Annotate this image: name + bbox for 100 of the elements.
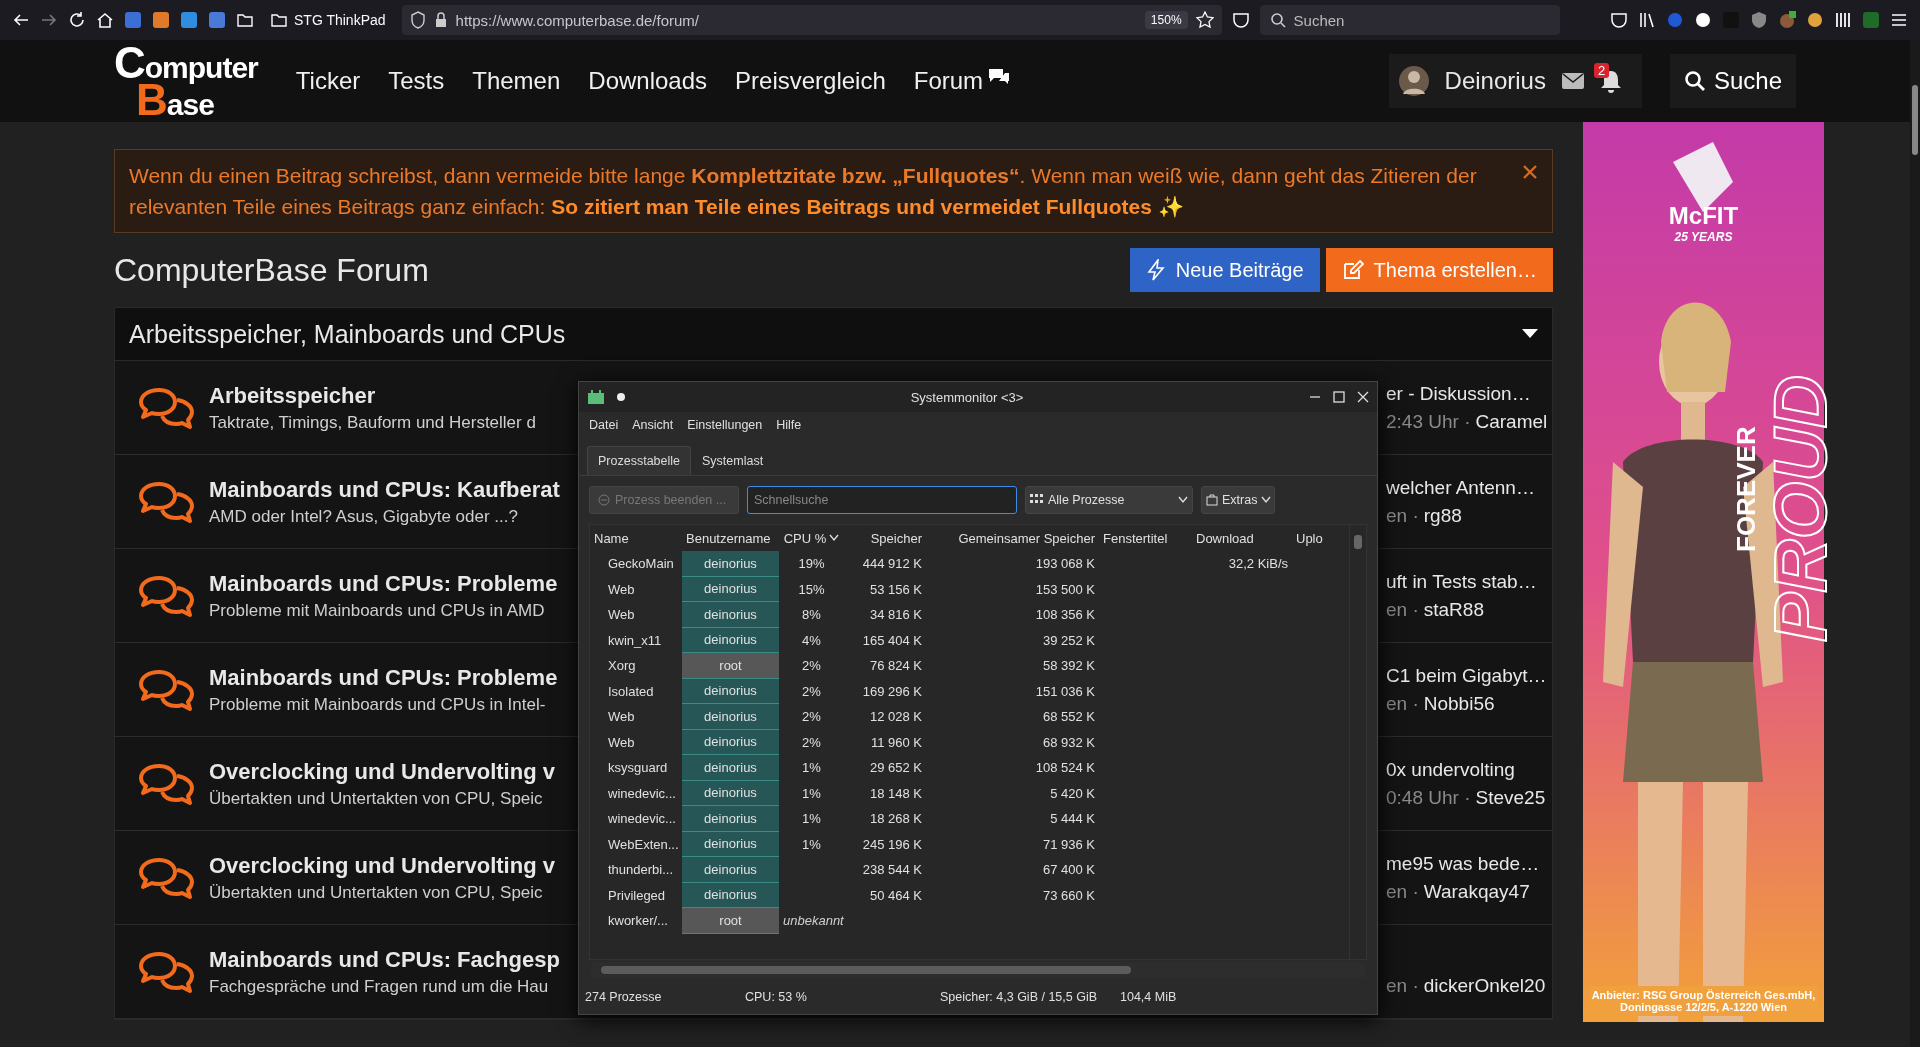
scrollbar-thumb[interactable] <box>1354 535 1362 549</box>
post-time: en · <box>1386 692 1419 715</box>
star-icon[interactable] <box>1195 11 1214 29</box>
forum-title[interactable]: Overclocking und Undervolting v <box>209 852 579 879</box>
column-header[interactable]: CPU % <box>779 530 844 546</box>
forum-title[interactable]: Mainboards und CPUs: Fachgesp <box>209 946 579 973</box>
column-header[interactable]: Gemeinsamer Speicher <box>926 530 1099 546</box>
post-time: 2:43 Uhr · <box>1386 410 1471 433</box>
column-header[interactable]: Speicher <box>844 530 926 546</box>
column-header[interactable]: Name <box>590 530 682 546</box>
extras-button[interactable]: Extras <box>1201 486 1275 514</box>
search-icon <box>1269 12 1286 28</box>
menu-item[interactable]: Ansicht <box>632 418 674 436</box>
post-author[interactable]: dickerOnkel20 <box>1423 974 1546 997</box>
nav-link[interactable]: Tests <box>388 67 445 95</box>
table-cell-text: Isolated <box>607 683 655 699</box>
scrollbar-track[interactable] <box>1910 40 1920 1047</box>
bars-icon[interactable] <box>1834 11 1852 29</box>
bolt-icon <box>1145 259 1166 281</box>
category-header[interactable]: Arbeitsspeicher, Mainboards und CPUs <box>114 307 1553 361</box>
column-header[interactable]: Uplo <box>1292 530 1334 546</box>
column-header[interactable]: Fenstertitel <box>1099 530 1192 546</box>
menu-icon[interactable] <box>1890 11 1908 29</box>
new-posts-button[interactable]: Neue Beiträge <box>1129 248 1320 292</box>
table-cell-text: 8% <box>801 607 822 623</box>
zoom-level[interactable]: 150% <box>1144 11 1188 29</box>
extension-icon[interactable] <box>1862 11 1880 29</box>
extension-icon[interactable] <box>180 11 198 29</box>
menu-item[interactable]: Einstellungen <box>687 418 763 436</box>
menu-item[interactable]: Datei <box>589 418 619 436</box>
folder-icon <box>270 11 288 29</box>
maximize-icon[interactable] <box>1333 391 1345 403</box>
forum-title[interactable]: Overclocking und Undervolting v <box>209 758 579 785</box>
thread-title[interactable]: C1 beim Gigabyt… <box>1386 664 1552 687</box>
thread-title[interactable]: me95 was bede… <box>1386 852 1552 875</box>
pocket-icon[interactable] <box>1231 11 1250 29</box>
mail-icon[interactable] <box>1561 73 1584 89</box>
search-field[interactable]: Schnellsuche <box>747 486 1017 514</box>
nav-link[interactable]: Forum <box>913 67 1012 95</box>
menu-item[interactable]: Hilfe <box>776 418 802 436</box>
forum-title[interactable]: Mainboards und CPUs: Probleme <box>209 664 579 691</box>
post-author[interactable]: staR88 <box>1423 598 1484 621</box>
scrollbar-thumb[interactable] <box>1912 85 1918 155</box>
forum-title[interactable]: Arbeitsspeicher <box>209 382 579 409</box>
shield-icon[interactable] <box>1750 11 1768 29</box>
column-header[interactable]: Download <box>1192 530 1292 546</box>
caret-icon[interactable] <box>1522 329 1538 339</box>
pocket-icon[interactable] <box>1610 11 1628 29</box>
table-cell: deinorius <box>682 882 779 908</box>
circle-icon[interactable] <box>1694 11 1712 29</box>
nav-link[interactable]: Preisvergleich <box>735 67 886 95</box>
table-cell-text: winedevic... <box>607 785 677 801</box>
tab[interactable]: Prozesstabelle <box>587 446 691 475</box>
user-name[interactable]: Deinorius <box>1444 67 1546 95</box>
nav-link[interactable]: Downloads <box>588 67 708 95</box>
lock-icon <box>433 11 448 29</box>
address-bar[interactable]: https://www.computerbase.de/forum/ 150% <box>401 5 1222 35</box>
pin-dot-icon[interactable] <box>617 393 625 401</box>
table-cell-text: 108 524 K <box>1034 760 1096 776</box>
table-cell: root <box>682 653 779 679</box>
table-cell-text: 1% <box>801 836 822 852</box>
thread-title[interactable]: 0x undervolting <box>1386 758 1552 781</box>
thread-title[interactable]: uft in Tests stab… <box>1386 570 1552 593</box>
status-text: 274 Prozesse <box>585 990 663 1004</box>
forum-title[interactable]: Mainboards und CPUs: Kaufberat <box>209 476 579 503</box>
search-button[interactable]: Suche <box>1669 54 1796 108</box>
post-author[interactable]: rg88 <box>1423 504 1462 527</box>
post-author[interactable]: Steve25 <box>1475 786 1546 809</box>
post-author[interactable]: Nobbi56 <box>1423 692 1495 715</box>
table-cell-text: Web <box>607 607 636 623</box>
thread-title[interactable]: welcher Antenn… <box>1386 476 1552 499</box>
bookmark-folder[interactable]: STG ThinkPad <box>264 7 392 33</box>
edit-icon <box>1341 259 1364 281</box>
table-cell: deinorius <box>682 729 779 755</box>
scrollbar-thumb[interactable] <box>601 966 1131 974</box>
extension-icon[interactable] <box>208 11 226 29</box>
nav-link[interactable]: Ticker <box>295 67 361 95</box>
post-author[interactable]: Warakqay47 <box>1423 880 1530 903</box>
table-cell-text: winedevic... <box>607 811 677 827</box>
search-field[interactable]: Suchen <box>1259 5 1560 35</box>
table-cell: deinorius <box>682 551 779 577</box>
thread-title[interactable]: er - Diskussion… <box>1386 382 1552 405</box>
column-header[interactable]: Benutzername <box>682 530 779 546</box>
avatar-icon[interactable] <box>1398 66 1429 96</box>
reload-icon[interactable] <box>68 11 86 29</box>
home-icon[interactable] <box>96 11 114 29</box>
nav-link[interactable]: Themen <box>472 67 561 95</box>
extension-icon[interactable] <box>124 11 142 29</box>
chat-bubbles-icon <box>139 761 195 806</box>
notice-link[interactable]: So zitiert man Teile eines Beitrags und vermeidet Fullquotes ✨ <box>551 195 1184 218</box>
table-cell-text: 18 268 K <box>868 811 923 827</box>
forum-title[interactable]: Mainboards und CPUs: Probleme <box>209 570 579 597</box>
library-icon[interactable] <box>1638 11 1656 29</box>
table-cell-text: 245 196 K <box>861 836 923 852</box>
filter-dropdown[interactable]: Alle Prozesse <box>1025 486 1193 514</box>
table-cell: deinorius <box>682 576 779 602</box>
feed-icon[interactable] <box>152 11 170 29</box>
folder-icon[interactable] <box>236 11 254 29</box>
table-cell-text: 76 824 K <box>868 658 923 674</box>
post-author[interactable]: Caramel <box>1475 410 1548 433</box>
